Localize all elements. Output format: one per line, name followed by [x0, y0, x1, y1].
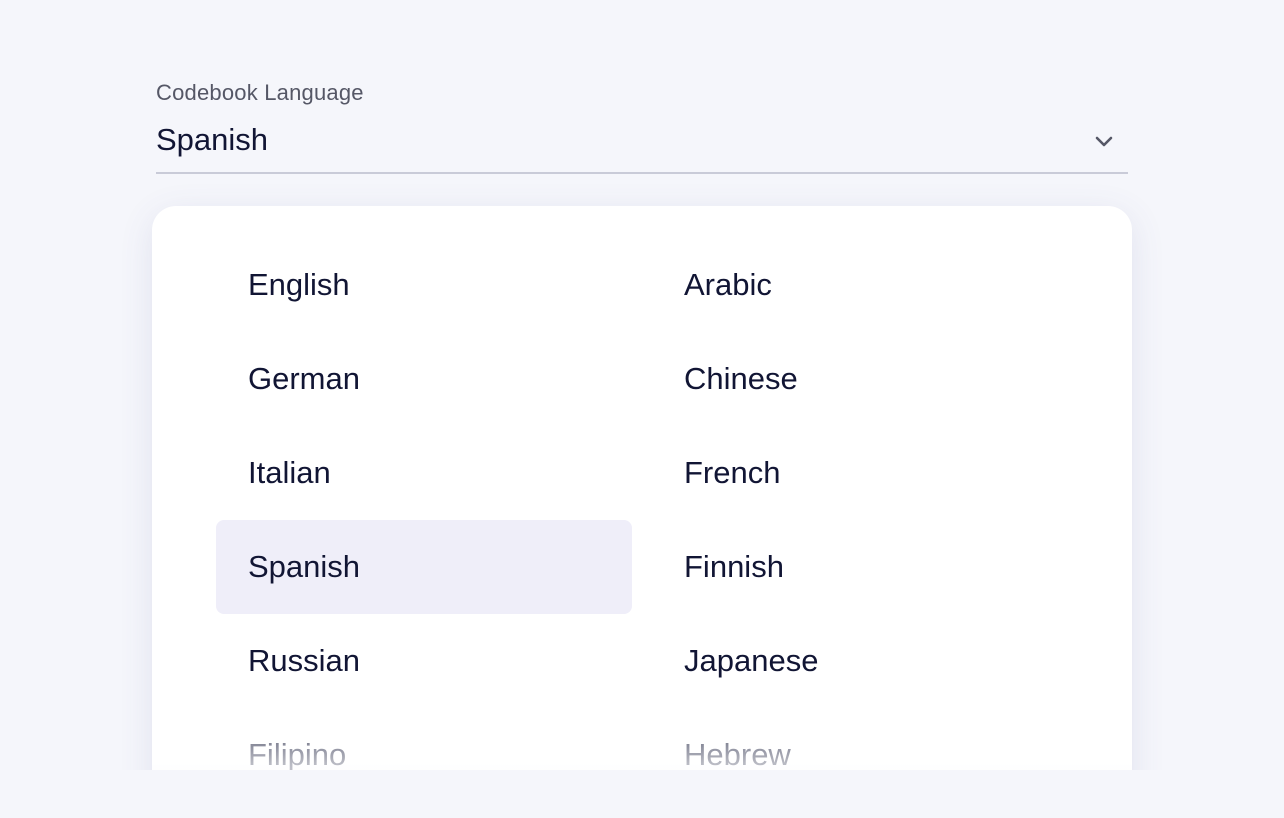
option-japanese[interactable]: Japanese [652, 614, 1068, 708]
option-german[interactable]: German [216, 332, 632, 426]
option-label: Finnish [684, 549, 784, 584]
option-label: Japanese [684, 643, 819, 678]
option-label: Italian [248, 455, 331, 490]
option-russian[interactable]: Russian [216, 614, 632, 708]
select-value[interactable]: Spanish [156, 122, 268, 158]
option-spanish-selected[interactable]: Spanish [216, 520, 632, 614]
option-finnish[interactable]: Finnish [652, 520, 1068, 614]
option-label: Spanish [248, 549, 361, 584]
select-label: Codebook Language [156, 80, 364, 105]
option-label: Arabic [684, 267, 772, 302]
codebook-language-select[interactable]: Codebook Language Spanish [156, 74, 1128, 174]
option-label: Filipino [248, 737, 347, 772]
option-english[interactable]: English [216, 238, 632, 332]
option-italian[interactable]: Italian [216, 426, 632, 520]
option-label: German [248, 361, 360, 396]
option-label: Chinese [684, 361, 798, 396]
option-chinese[interactable]: Chinese [652, 332, 1068, 426]
option-french[interactable]: French [652, 426, 1068, 520]
option-label: Hebrew [684, 737, 791, 772]
option-label: English [248, 267, 350, 302]
page-bottom-band [0, 770, 1284, 818]
option-label: French [684, 455, 781, 490]
option-arabic[interactable]: Arabic [652, 238, 1068, 332]
chevron-down-icon[interactable] [1092, 132, 1116, 152]
option-label: Russian [248, 643, 360, 678]
language-dropdown-panel: English German Italian Spanish Russian F… [152, 206, 1132, 818]
